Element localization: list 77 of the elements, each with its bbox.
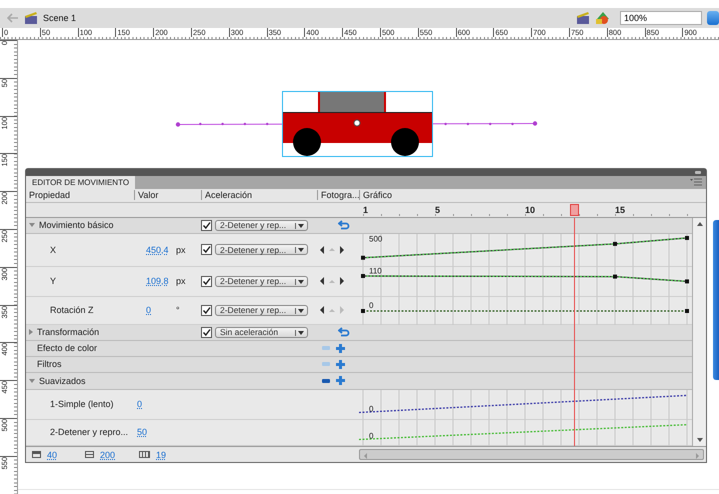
expanded-triangle-icon[interactable] [29,378,35,383]
columns-icon [139,451,150,458]
next-keyframe-icon[interactable] [340,246,344,254]
shapes-icon[interactable] [595,11,611,25]
value-link[interactable]: 450,4 [146,244,173,255]
playhead-marker[interactable] [570,204,579,216]
easing-dropdown[interactable]: 2-Detener y rep... [215,220,308,231]
expanded-triangle-icon[interactable] [29,223,35,228]
frame-number: 5 [435,204,440,215]
property-label: X [49,244,56,255]
checkbox[interactable] [201,276,212,287]
collapse-icon[interactable] [695,170,701,174]
frame-number: 1 [363,204,368,215]
scrollbar-thumb[interactable] [713,220,719,380]
next-keyframe-icon[interactable] [340,277,344,286]
remove-icon[interactable] [322,378,330,383]
vertical-scrollbar[interactable] [692,218,706,446]
property-label: 2-Detener y repro... [49,427,128,438]
add-icon[interactable] [335,375,346,386]
clapperboard-icon[interactable] [576,11,590,25]
column-header[interactable]: Propiedad [26,190,134,200]
previous-keyframe-icon[interactable] [320,306,324,314]
unit-label: px [176,244,186,255]
reset-icon[interactable] [338,327,350,338]
size-link[interactable]: 40 [47,450,58,460]
add-icon[interactable] [335,342,346,354]
column-header[interactable]: Fotogra... [317,190,359,200]
clapperboard-icon [24,11,38,25]
curve-graph[interactable]: 0 [359,420,692,446]
zoom-field[interactable]: 100% [620,11,702,25]
curve-graph[interactable]: 500 [359,234,692,267]
group-label: Movimiento básico [39,220,114,230]
size-link[interactable]: 200 [100,450,116,460]
group-label: Transformación [37,327,100,338]
menu-icon[interactable] [690,178,702,186]
easing-dropdown[interactable]: 2-Detener y rep... [215,276,308,287]
add-icon[interactable] [335,358,346,370]
curve-graph[interactable]: 0 [359,390,692,420]
reset-icon[interactable] [338,220,350,230]
property-label: Rotación Z [49,305,94,316]
horizontal-scrollbar[interactable] [359,448,704,460]
column-header[interactable]: Gráfico [359,190,706,200]
easing-dropdown[interactable]: Sin aceleración [215,326,308,338]
previous-keyframe-icon[interactable] [320,246,324,254]
unit-label: ° [176,305,180,316]
frame-number: 10 [525,204,536,215]
value-link[interactable]: 50 [137,427,148,438]
group-label: Efecto de color [37,343,98,354]
group-label: Suavizados [39,376,86,386]
property-label: Y [49,276,56,286]
rows-icon [85,451,94,458]
easing-dropdown[interactable]: 2-Detener y rep... [215,304,308,316]
value-link[interactable]: 0 [137,399,142,410]
previous-keyframe-icon[interactable] [320,277,324,286]
easing-dropdown[interactable]: 2-Detener y rep... [215,244,308,256]
checkbox[interactable] [201,304,212,316]
car-drawing[interactable] [282,91,434,158]
value-link[interactable]: 0 [146,305,173,316]
checkbox[interactable] [201,244,212,256]
group-label: Filtros [37,359,62,370]
collapsed-triangle-icon[interactable] [29,329,33,336]
property-label: 1-Simple (lento) [49,399,114,410]
frame-number: 15 [615,204,626,215]
zoom-stepper[interactable] [707,11,719,25]
tab[interactable]: EDITOR DE MOVIMIENTO [26,176,136,189]
checkbox[interactable] [201,220,212,231]
curve-graph[interactable]: 0 [359,296,692,325]
value-link[interactable]: 109,8 [146,276,173,286]
curve-graph[interactable]: 110 [359,266,692,297]
scene-name[interactable]: Scene 1 [43,13,76,23]
size-link[interactable]: 19 [156,450,166,460]
checkbox[interactable] [201,326,212,338]
unit-label: px [176,276,186,286]
rows-icon [32,451,41,458]
back-arrow-icon[interactable] [7,13,19,23]
column-header[interactable]: Aceleración [201,190,317,200]
column-header[interactable]: Valor [134,190,201,200]
